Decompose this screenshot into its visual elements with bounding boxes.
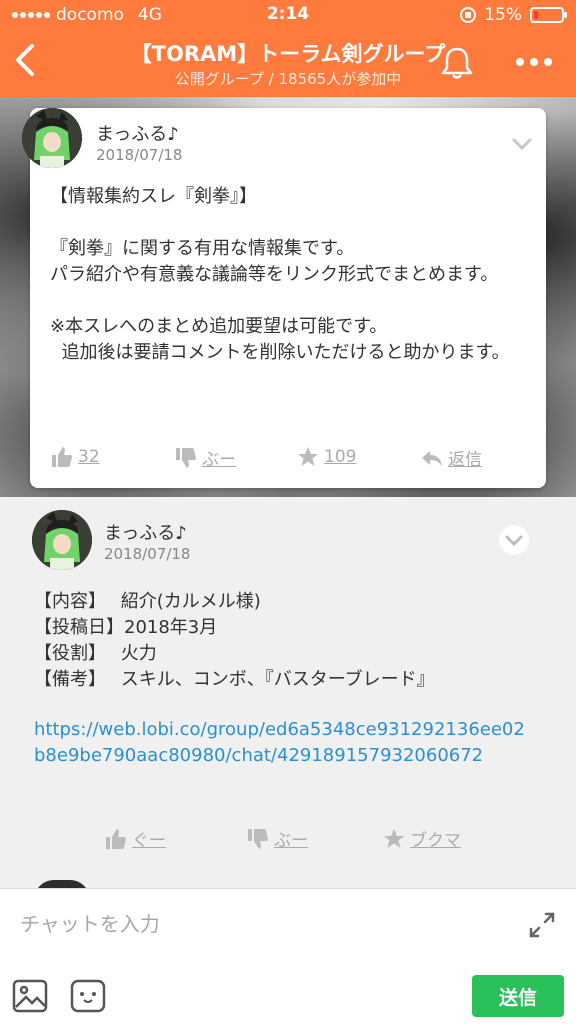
dislike-label: ぶー [202,450,236,470]
more-menu-button[interactable] [512,52,556,72]
star-icon [384,828,404,848]
expand-icon[interactable] [526,909,558,941]
avatar[interactable] [32,510,92,570]
send-button[interactable]: 送信 [472,975,564,1017]
chevron-down-icon[interactable] [506,128,538,160]
avatar-image [22,108,82,168]
notification-button[interactable] [438,44,476,82]
thumbs-down-icon [248,828,268,849]
dot-icon [530,58,538,66]
status-right: 15% [460,5,567,25]
thumbs-up-icon [52,447,72,467]
pinned-post-card: まっふる♪ 2018/07/18 【情報集約スレ『剣拳』】 『剣拳』に関する有用… [22,108,546,488]
thumbs-up-icon [106,828,126,849]
group-header: 【TORAM】トーラム剣グループ 公開グループ / 18565人が参加中 [0,30,576,97]
reply-button[interactable]: 返信 [420,445,482,470]
battery-fill [534,11,538,19]
post-date: 2018/07/18 [96,146,183,164]
star-button[interactable]: 109 [296,445,356,469]
dot-icon [544,58,552,66]
reply-label: 返信 [448,450,482,470]
like-button[interactable]: 32 [50,445,100,469]
like-count: 32 [78,447,100,467]
back-button[interactable] [10,40,50,84]
reply-icon [422,450,442,466]
dislike-button[interactable]: ぶー [246,826,308,851]
avatar[interactable] [22,108,82,168]
post-link[interactable]: https://web.lobi.co/group/ed6a5348ce9312… [34,717,534,769]
post-date: 2018/07/18 [104,545,191,563]
bell-icon [441,47,473,79]
battery-percent: 15% [484,5,522,25]
chevron-left-icon [16,44,34,76]
chevron-down-icon[interactable] [498,524,530,556]
post-author[interactable]: まっふる♪ [104,519,187,545]
dot-icon [516,58,524,66]
bookmark-button[interactable]: ブクマ [382,826,461,851]
battery-icon [530,7,567,23]
bookmark-label: ブクマ [410,831,461,851]
rotation-lock-icon [460,7,477,23]
image-icon[interactable] [12,979,48,1013]
chat-input[interactable] [0,889,576,959]
sticker-icon[interactable] [70,979,106,1013]
star-icon [298,447,318,466]
like-label: ぐー [132,831,166,851]
like-button[interactable]: ぐー [104,826,166,851]
thumbs-down-icon [176,447,196,468]
dislike-button[interactable]: ぶー [174,445,236,470]
chat-composer: 送信 [0,888,576,1024]
avatar-image [32,510,92,570]
dislike-label: ぶー [274,831,308,851]
post-body: 【内容】 紹介(カルメル様) 【投稿日】2018年3月 【役割】 火力 【備考】… [34,591,435,690]
post-body: 【情報集約スレ『剣拳』】 『剣拳』に関する有用な情報集です。 パラ紹介や有意義な… [50,186,510,363]
post-author[interactable]: まっふる♪ [96,120,179,146]
star-count: 109 [324,447,357,467]
status-bar: docomo 4G 2:14 15% [0,0,576,30]
